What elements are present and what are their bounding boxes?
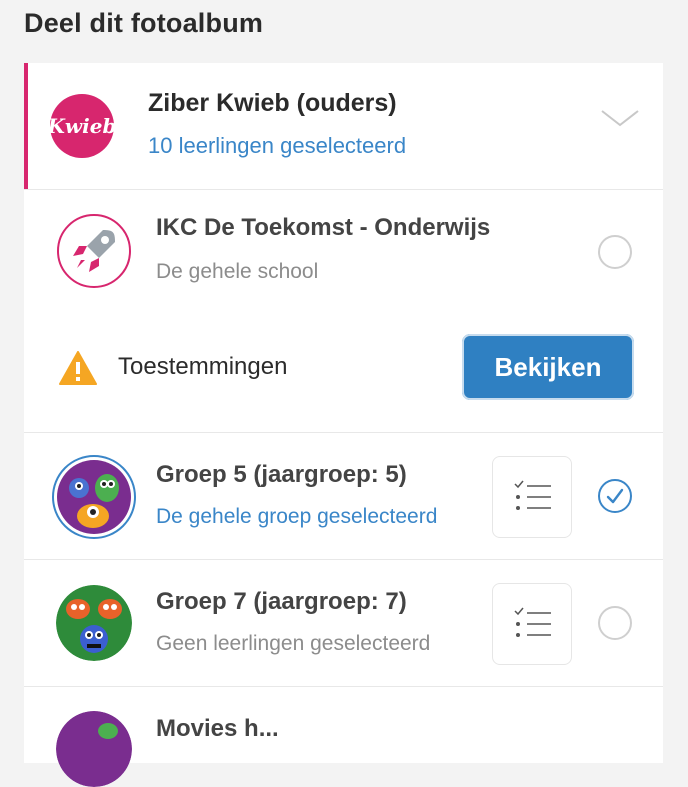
chevron-down-icon[interactable] — [600, 103, 640, 133]
kwieb-logo: Kwieb — [47, 94, 117, 158]
school-subtitle: De gehele school — [156, 260, 319, 283]
rocket-icon — [61, 218, 127, 284]
page-title: Deel dit fotoalbum — [24, 8, 264, 38]
group-subtitle: Geen leerlingen geselecteerd — [156, 632, 431, 655]
monster-icon — [56, 711, 132, 787]
warning-icon — [59, 351, 97, 385]
checklist-icon — [514, 480, 551, 510]
organisation-name: Ziber Kwieb (ouders) — [148, 89, 397, 117]
group-name: Groep 7 (jaargroep: 7) — [156, 588, 407, 615]
group-name: Groep 5 (jaargroep: 5) — [156, 461, 407, 488]
group-avatar — [56, 711, 132, 787]
school-avatar — [57, 214, 131, 288]
view-permissions-button[interactable]: Bekijken — [462, 334, 634, 400]
organisation-row[interactable]: Kwieb Ziber Kwieb (ouders) 10 leerlingen… — [24, 63, 663, 189]
group-radio[interactable] — [598, 479, 632, 513]
group-row[interactable]: Groep 7 (jaargroep: 7) Geen leerlingen g… — [24, 560, 663, 686]
group-row[interactable]: Movies h... — [24, 687, 663, 787]
group-name: Movies h... — [156, 715, 279, 742]
share-card: Kwieb Ziber Kwieb (ouders) 10 leerlingen… — [24, 63, 663, 787]
kwieb-logo-text: Kwieb — [47, 114, 117, 138]
checkmark-icon — [606, 488, 624, 504]
group-avatar — [56, 585, 132, 661]
student-list-button[interactable] — [492, 583, 572, 665]
school-radio[interactable] — [598, 235, 632, 269]
group-row[interactable]: Groep 5 (jaargroep: 5) De gehele groep g… — [24, 433, 663, 559]
checklist-icon — [514, 607, 551, 637]
group-subtitle: De gehele groep geselecteerd — [156, 505, 438, 528]
monster-icon — [57, 460, 131, 534]
organisation-selected-count: 10 leerlingen geselecteerd — [148, 133, 407, 158]
group-avatar — [52, 455, 136, 539]
permissions-label: Toestemmingen — [118, 353, 288, 380]
permissions-row: Toestemmingen Bekijken — [24, 311, 663, 431]
school-name: IKC De Toekomst - Onderwijs — [156, 214, 491, 241]
group-radio[interactable] — [598, 606, 632, 640]
student-list-button[interactable] — [492, 456, 572, 538]
monster-icon — [56, 585, 132, 661]
school-row[interactable]: IKC De Toekomst - Onderwijs De gehele sc… — [24, 190, 663, 310]
